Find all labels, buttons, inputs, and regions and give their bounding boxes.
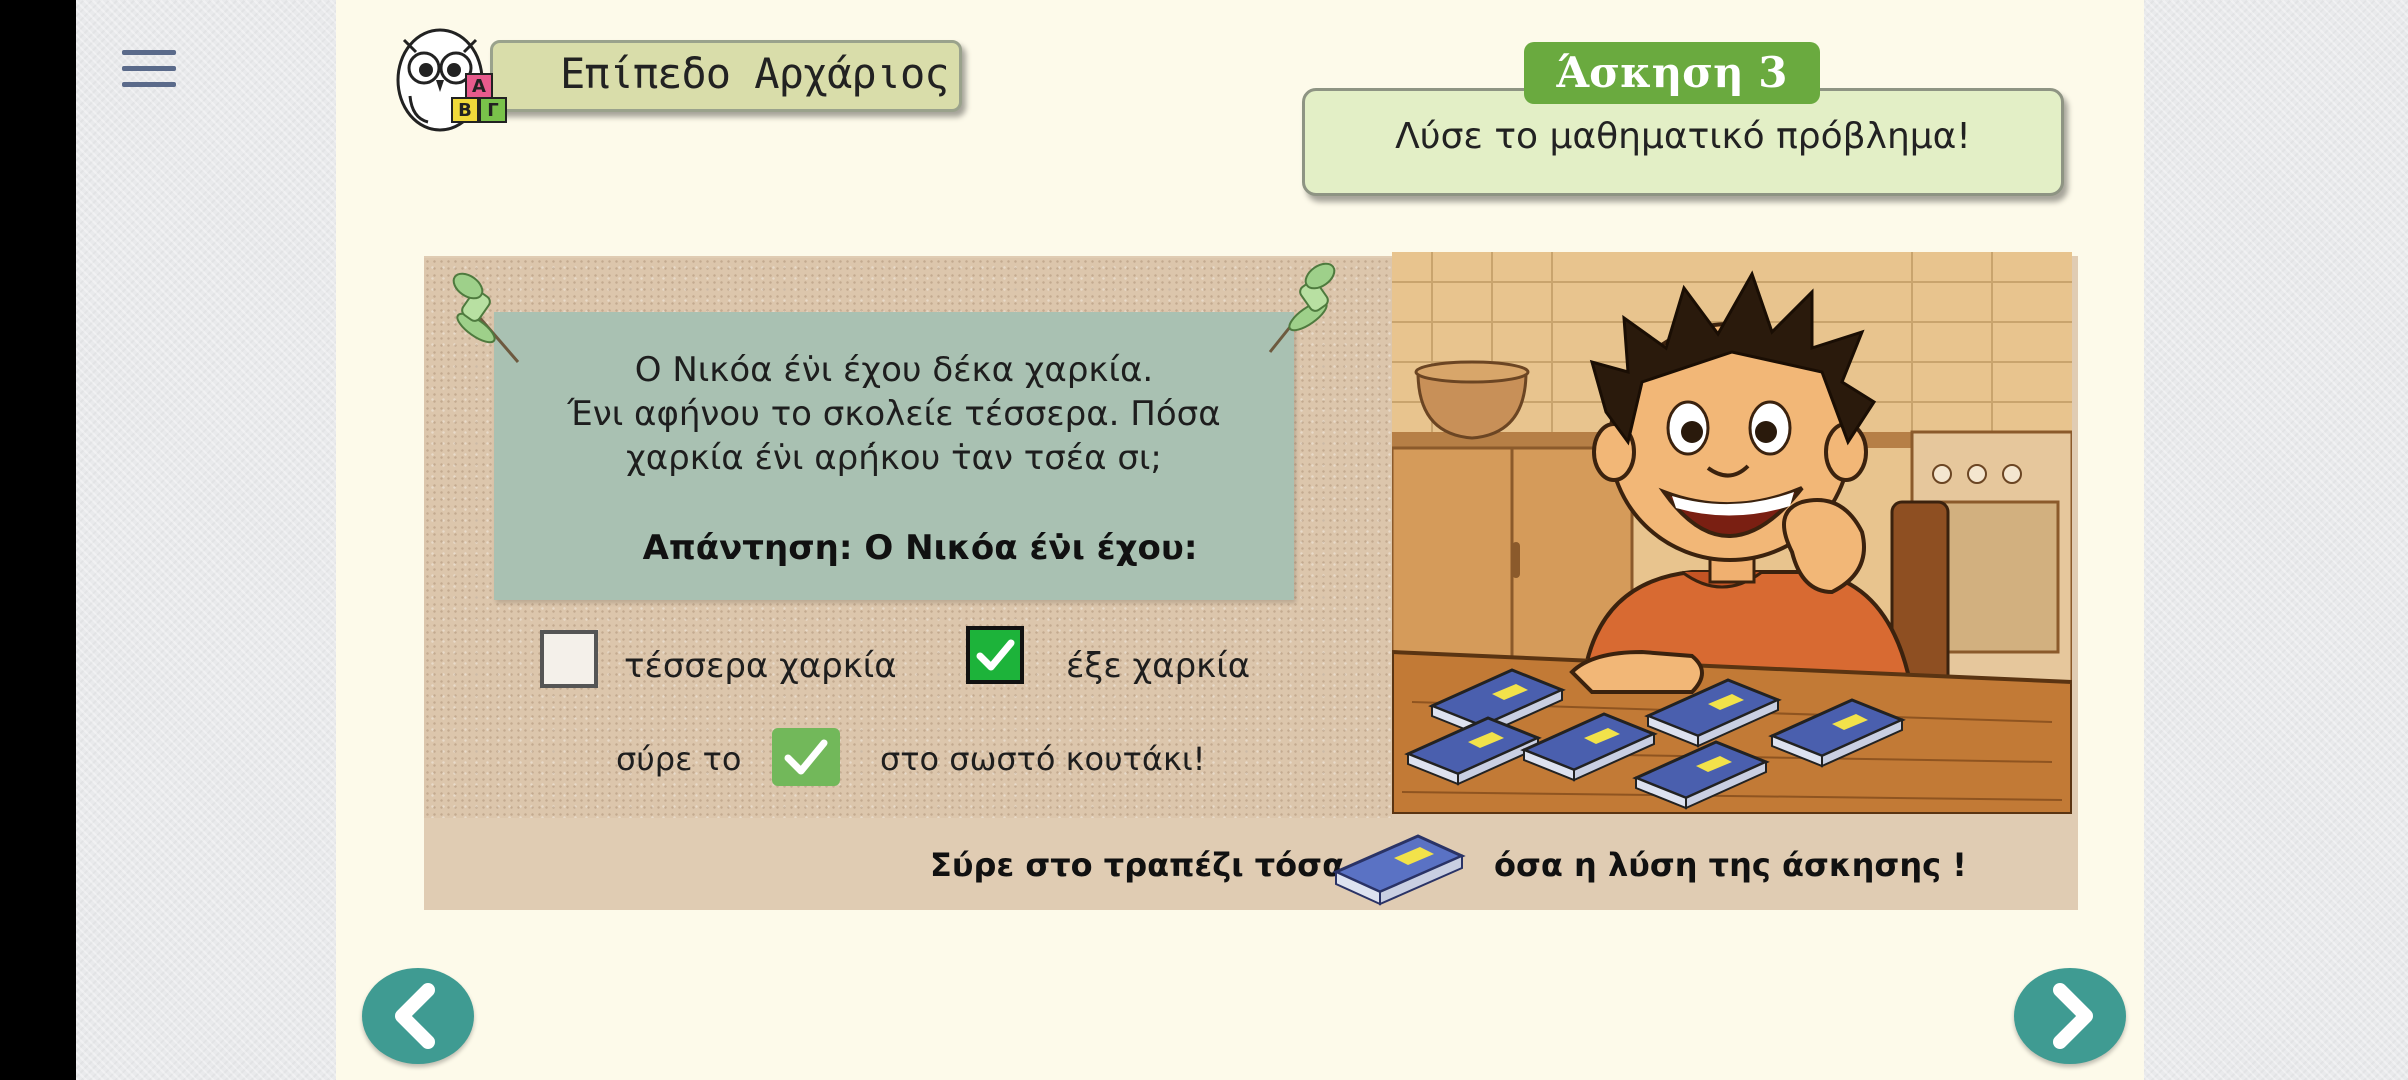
option-checkbox-four[interactable] xyxy=(540,630,598,688)
drag-hint-after: στο σωστό κουτάκι! xyxy=(880,740,1206,778)
answer-lead: Απάντηση: Ο Νικόα έν̇ι έχου: xyxy=(642,528,1198,568)
level-label: Επίπεδο Αρχάριος xyxy=(560,49,950,98)
svg-text:Β: Β xyxy=(458,100,472,121)
svg-text:Α: Α xyxy=(472,76,486,97)
bottom-instruction-after: όσα η λύση της άσκησης ! xyxy=(1494,846,1967,884)
check-icon xyxy=(784,739,828,775)
svg-text:Γ: Γ xyxy=(487,100,498,121)
pushpin-icon xyxy=(1268,262,1336,353)
drag-hint-before: σύρε το xyxy=(616,740,742,778)
screen-edge-bar xyxy=(0,0,76,1080)
problem-text: Ο Νικόα έν̇ι έχου δέκα χαρκία. Ένι αφήνο… xyxy=(494,348,1294,480)
boy-at-table-illustration xyxy=(1392,252,2072,814)
chevron-left-icon xyxy=(395,983,435,1049)
problem-line: Ένι αφήνου το σκολείε τέσσερα. Πόσα xyxy=(567,394,1221,434)
option-label-six: έξε χαρκία xyxy=(1066,646,1251,686)
next-button[interactable] xyxy=(2014,968,2126,1064)
problem-line: Ο Νικόα έν̇ι έχου δέκα χαρκία. xyxy=(634,350,1154,390)
exercise-number-tab: Άσκηση 3 xyxy=(1524,42,1820,104)
draggable-book-icon[interactable] xyxy=(1332,830,1466,910)
check-icon xyxy=(976,639,1015,671)
chevron-right-icon xyxy=(2053,983,2093,1049)
hamburger-menu-icon[interactable] xyxy=(122,50,176,96)
bottom-instruction-before: Σύρε στο τραπέζι τόσα xyxy=(930,846,1345,884)
option-checkbox-six[interactable] xyxy=(966,626,1024,684)
option-label-four: τέσσερα χαρκία xyxy=(624,646,897,686)
owl-mascot-icon: Α Β Γ xyxy=(396,28,507,132)
draggable-check-icon[interactable] xyxy=(772,728,840,786)
problem-line: χαρκία έν̇ι αρή̇κου τ̇αν τσέα σι; xyxy=(626,438,1162,478)
exercise-instruction: Λύσε το μαθηματικό πρόβλημα! xyxy=(1395,116,1971,157)
back-button[interactable] xyxy=(362,968,474,1064)
